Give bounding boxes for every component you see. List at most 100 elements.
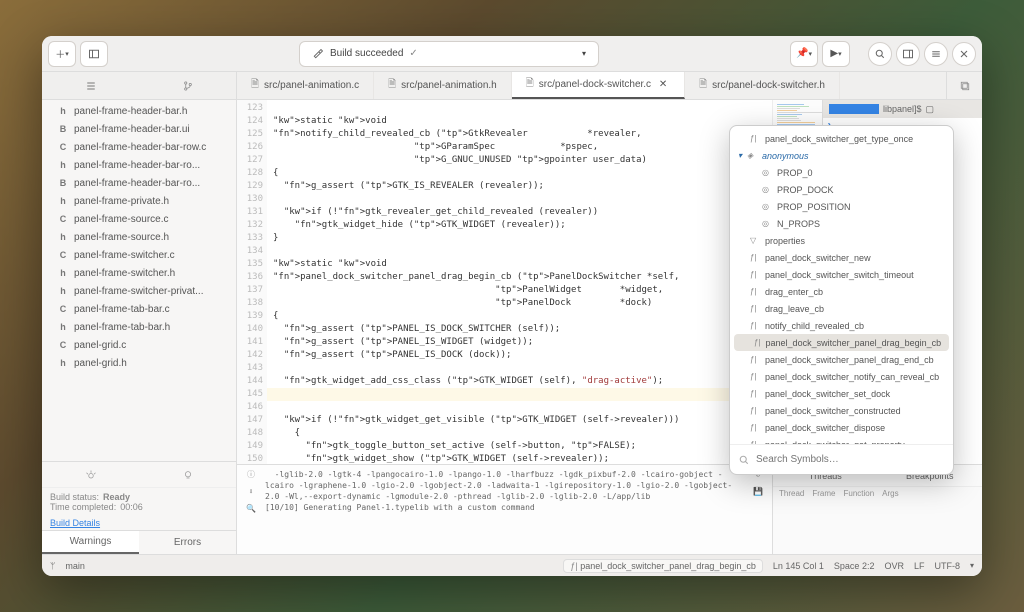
warnings-tab[interactable]: Warnings [42, 531, 139, 554]
file-row[interactable]: Bpanel-frame-header-bar.ui [42, 120, 236, 138]
symbol-item[interactable]: ◎PROP_0 [730, 164, 953, 181]
symbol-name: PROP_DOCK [777, 185, 834, 195]
file-row[interactable]: hpanel-grid.h [42, 354, 236, 372]
tab-label: src/panel-animation.c [264, 80, 359, 91]
editor-tab[interactable]: 🗎src/panel-animation.h [374, 72, 512, 99]
vcs-view-toggle[interactable] [139, 72, 236, 99]
file-name: panel-grid.c [74, 340, 126, 351]
status-line-ending[interactable]: LF [914, 561, 925, 571]
symbols-list[interactable]: ƒ|panel_dock_switcher_get_type_once▾ ◈an… [730, 126, 953, 444]
symbol-item[interactable]: ƒ|notify_child_revealed_cb [730, 317, 953, 334]
run-button[interactable]: ▶▾ [822, 41, 850, 67]
status-position[interactable]: Ln 145 Col 1 [773, 561, 824, 571]
symbol-item[interactable]: ƒ|drag_leave_cb [730, 300, 953, 317]
symbol-kind-icon: ƒ| [750, 406, 760, 415]
symbol-item[interactable]: ◎N_PROPS [730, 215, 953, 232]
panel-right-toggle[interactable] [896, 42, 920, 66]
file-row[interactable]: hpanel-frame-private.h [42, 192, 236, 210]
search-icon [738, 454, 750, 466]
symbol-kind-icon: ◎ [762, 219, 772, 228]
file-row[interactable]: hpanel-frame-switcher.h [42, 264, 236, 282]
bug-icon [85, 469, 97, 481]
symbol-item[interactable]: ƒ|panel_dock_switcher_panel_drag_begin_c… [734, 334, 949, 351]
status-encoding[interactable]: UTF-8 [934, 561, 960, 571]
status-chevron-icon[interactable]: ▾ [970, 561, 974, 570]
symbol-item[interactable]: ƒ|panel_dock_switcher_constructed [730, 402, 953, 419]
file-type-icon: C [58, 340, 68, 350]
search-button[interactable] [868, 42, 892, 66]
symbol-item[interactable]: ƒ|drag_enter_cb [730, 283, 953, 300]
file-row[interactable]: hpanel-frame-tab-bar.h [42, 318, 236, 336]
list-icon [85, 80, 97, 92]
file-row[interactable]: Bpanel-frame-header-bar-ro... [42, 174, 236, 192]
symbol-kind-icon: ◎ [762, 185, 772, 194]
warnings-errors-tabs: Warnings Errors [42, 530, 236, 554]
build-status-pill[interactable]: Build succeeded ✓ ▾ [299, 41, 599, 67]
new-button[interactable]: ＋▾ [48, 41, 76, 67]
symbol-item[interactable]: ƒ|panel_dock_switcher_set_dock [730, 385, 953, 402]
errors-tab[interactable]: Errors [139, 531, 236, 554]
sidebar: hpanel-frame-header-bar.hBpanel-frame-he… [42, 100, 237, 554]
file-row[interactable]: Cpanel-grid.c [42, 336, 236, 354]
menu-button[interactable] [924, 42, 948, 66]
symbol-kind-icon: ƒ| [754, 338, 761, 347]
symbol-name: properties [765, 236, 805, 246]
file-row[interactable]: hpanel-frame-header-bar-ro... [42, 156, 236, 174]
file-type-icon: h [58, 106, 68, 116]
symbol-name: panel_dock_switcher_notify_can_reveal_cb [765, 372, 939, 382]
status-indent[interactable]: Space 2:2 [834, 561, 875, 571]
symbol-item[interactable]: ƒ|panel_dock_switcher_get_property [730, 436, 953, 444]
file-row[interactable]: hpanel-frame-header-bar.h [42, 102, 236, 120]
editor-tab[interactable]: 🗎src/panel-animation.c [237, 72, 374, 99]
close-window-button[interactable] [952, 42, 976, 66]
tests-tab[interactable] [139, 462, 236, 487]
symbol-item[interactable]: ƒ|panel_dock_switcher_dispose [730, 419, 953, 436]
pin-button[interactable]: 📌▾ [790, 41, 818, 67]
symbol-kind-icon: ƒ| [750, 270, 760, 279]
file-name: panel-frame-switcher.h [74, 268, 175, 279]
terminal-progress [829, 104, 879, 114]
symbol-item[interactable]: ƒ|panel_dock_switcher_new [730, 249, 953, 266]
symbol-item[interactable]: ƒ|panel_dock_switcher_get_type_once [730, 130, 953, 147]
symbol-name: PROP_POSITION [777, 202, 851, 212]
symbol-item[interactable]: ƒ|panel_dock_switcher_switch_timeout [730, 266, 953, 283]
status-ovr[interactable]: OVR [884, 561, 904, 571]
symbol-item[interactable]: ƒ|panel_dock_switcher_panel_drag_end_cb [730, 351, 953, 368]
symbol-kind-icon: ƒ| [750, 423, 760, 432]
file-list[interactable]: hpanel-frame-header-bar.hBpanel-frame-he… [42, 100, 236, 461]
tree-view-toggle[interactable] [42, 72, 139, 99]
editor-tab[interactable]: 🗎src/panel-dock-switcher.h [685, 72, 840, 99]
status-symbol[interactable]: ƒ| panel_dock_switcher_panel_drag_begin_… [563, 559, 762, 573]
symbol-group[interactable]: ▾ ◈anonymous [730, 147, 953, 164]
file-row[interactable]: hpanel-frame-source.h [42, 228, 236, 246]
symbol-search-input[interactable] [756, 454, 945, 465]
symbol-item[interactable]: ▽properties [730, 232, 953, 249]
symbol-search [730, 444, 953, 474]
toprow: 🗎src/panel-animation.c🗎src/panel-animati… [42, 72, 982, 100]
build-console[interactable]: ⓘ ⬇ 🔍 -lglib-2.0 -lgtk-4 -lpangocairo-1.… [237, 465, 772, 554]
panel-right-icon [902, 48, 914, 60]
file-type-icon: C [58, 142, 68, 152]
symbol-item[interactable]: ◎PROP_POSITION [730, 198, 953, 215]
search-icon[interactable]: 🔍 [246, 503, 256, 514]
save-log-icon[interactable]: 💾 [753, 486, 763, 497]
branch-name[interactable]: main [65, 561, 85, 571]
symbol-item[interactable]: ƒ|panel_dock_switcher_notify_can_reveal_… [730, 368, 953, 385]
build-details-link[interactable]: Build Details [42, 516, 236, 530]
file-row[interactable]: Cpanel-frame-switcher.c [42, 246, 236, 264]
download-icon[interactable]: ⬇ [249, 486, 254, 497]
code-body[interactable]: "kw">static "kw">void "fn">notify_child_… [267, 100, 772, 464]
terminal-add-icon[interactable]: ▢ [926, 104, 935, 115]
symbol-kind-icon: ƒ| [750, 253, 760, 262]
panel-left-toggle[interactable] [80, 41, 108, 67]
file-row[interactable]: Cpanel-frame-header-bar-row.c [42, 138, 236, 156]
file-row[interactable]: Cpanel-frame-source.c [42, 210, 236, 228]
editor-tab[interactable]: 🗎src/panel-dock-switcher.c✕ [512, 72, 685, 99]
symbol-item[interactable]: ◎ PROP_DOCK [730, 181, 953, 198]
file-row[interactable]: hpanel-frame-switcher-privat... [42, 282, 236, 300]
todo-tab[interactable] [42, 462, 139, 487]
terminal-tab[interactable]: libpanel]$ ▢ [823, 100, 982, 118]
tab-close-icon[interactable]: ✕ [656, 78, 670, 92]
file-row[interactable]: Cpanel-frame-tab-bar.c [42, 300, 236, 318]
open-pages-button[interactable] [946, 72, 982, 99]
